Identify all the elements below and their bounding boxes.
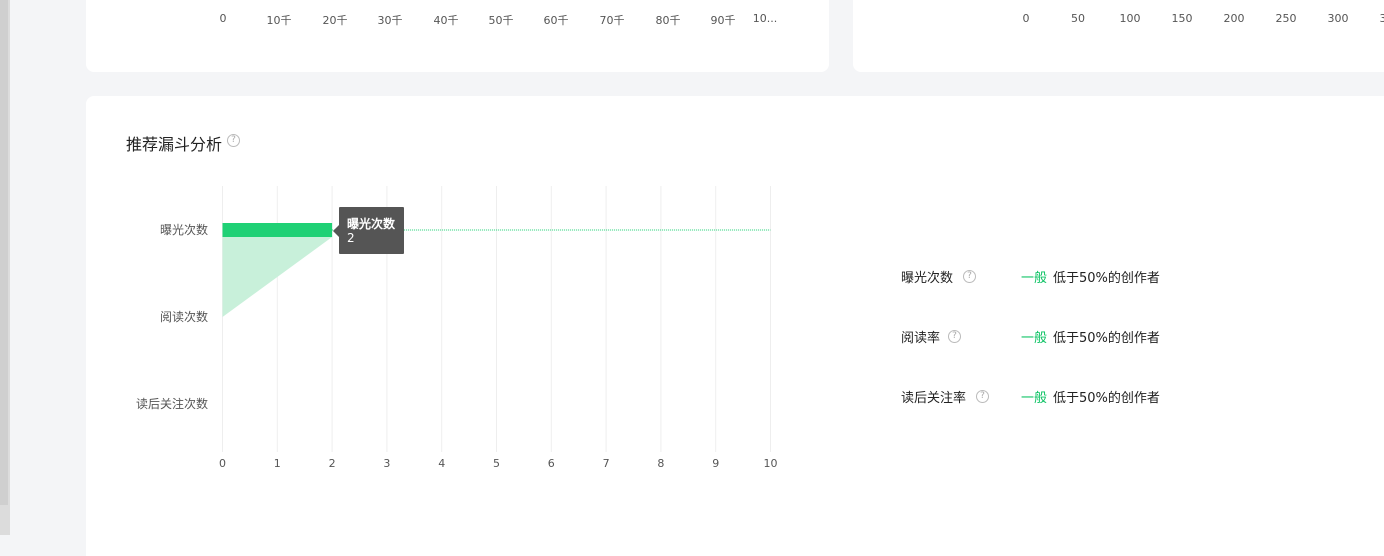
x-tick-label: 3 xyxy=(383,457,390,470)
x-tick-label: 5 xyxy=(493,457,500,470)
metric-desc: 低于50%的创作者 xyxy=(1053,267,1160,286)
metric-label: 阅读率 xyxy=(901,327,940,346)
x-tick-label: 1 xyxy=(274,457,281,470)
funnel-chart: 0 1 2 3 4 5 6 7 8 9 10 曝光次数阅读次数读后关注次数 xyxy=(0,0,1384,535)
chart-tooltip: 曝光次数 2 xyxy=(339,207,404,254)
metric-level: 一般 xyxy=(1021,387,1047,406)
category-label: 读后关注次数 xyxy=(136,396,208,411)
x-tick-label: 10 xyxy=(764,457,778,470)
x-tick-label: 8 xyxy=(657,457,664,470)
metric-desc: 低于50%的创作者 xyxy=(1053,327,1160,346)
metric-label: 曝光次数 xyxy=(901,267,953,286)
x-tick-label: 9 xyxy=(712,457,719,470)
x-tick-label: 7 xyxy=(603,457,610,470)
help-icon[interactable]: ? xyxy=(976,390,989,403)
tooltip-value: 2 xyxy=(347,231,355,245)
metric-desc: 低于50%的创作者 xyxy=(1053,387,1160,406)
tooltip-title: 曝光次数 xyxy=(347,215,395,232)
x-tick-label: 6 xyxy=(548,457,555,470)
x-tick-label: 2 xyxy=(329,457,336,470)
metric-level: 一般 xyxy=(1021,327,1047,346)
category-label: 曝光次数 xyxy=(160,222,208,237)
metric-level: 一般 xyxy=(1021,267,1047,286)
help-icon[interactable]: ? xyxy=(948,330,961,343)
bar xyxy=(223,223,333,237)
help-icon[interactable]: ? xyxy=(963,270,976,283)
tooltip-arrow xyxy=(333,225,339,237)
metric-label: 读后关注率 xyxy=(901,387,966,406)
x-tick-label: 4 xyxy=(438,457,445,470)
x-tick-label: 0 xyxy=(219,457,226,470)
category-label: 阅读次数 xyxy=(160,309,208,324)
